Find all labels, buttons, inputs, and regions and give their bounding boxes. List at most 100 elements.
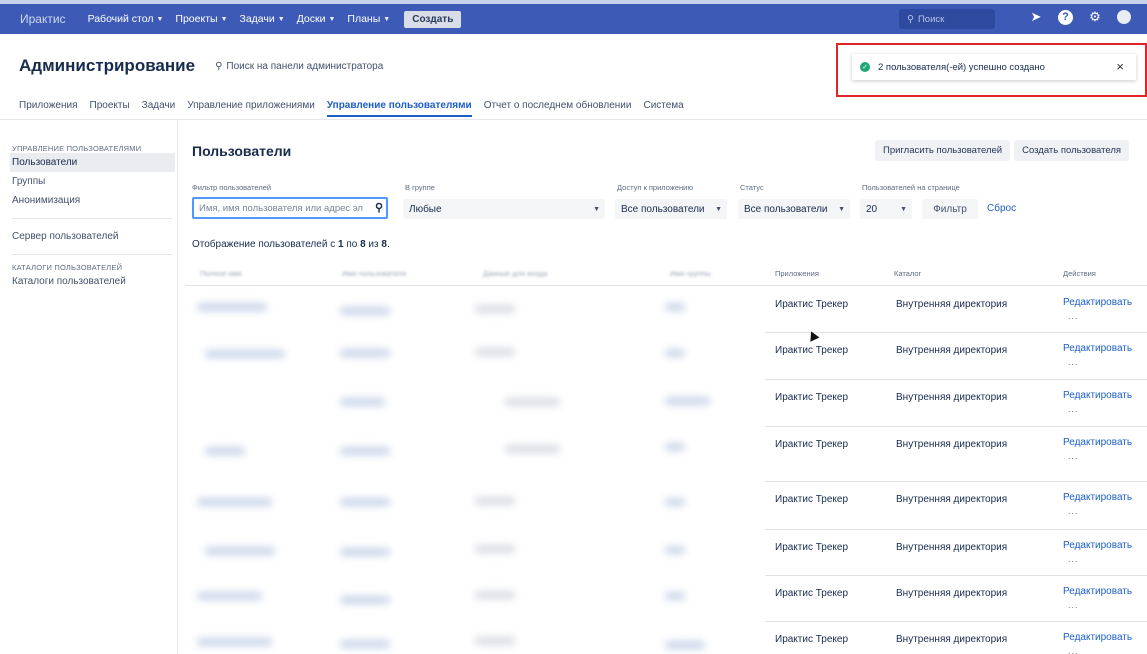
more-actions-button[interactable]: ... [1068, 404, 1079, 414]
tab-app-management[interactable]: Управление приложениями [187, 100, 315, 117]
redacted-cell [197, 303, 267, 311]
nav-plans[interactable]: Планы ▼ [347, 13, 390, 25]
avatar[interactable] [1117, 10, 1131, 24]
sidebar-item-anonymization[interactable]: Анонимизация [12, 191, 172, 210]
page-actions: Пригласить пользователей Создать пользов… [875, 140, 1130, 161]
sidebar-item-user-server[interactable]: Сервер пользователей [12, 227, 172, 246]
filter-button[interactable]: Фильтр [922, 199, 978, 219]
table-row: Ирактис Трекер Внутренняя директория Редак… [185, 333, 1147, 380]
redacted-cell [665, 443, 685, 451]
invite-users-button[interactable]: Пригласить пользователей [875, 140, 1011, 161]
megaphone-icon[interactable]: ➤ [1028, 9, 1044, 25]
close-icon[interactable]: × [1116, 59, 1124, 74]
edit-user-link[interactable]: Редактировать [1063, 297, 1132, 308]
tab-projects[interactable]: Проекты [90, 100, 130, 117]
help-icon[interactable]: ? [1058, 9, 1073, 25]
edit-user-link[interactable]: Редактировать [1063, 390, 1132, 401]
edit-user-link[interactable]: Редактировать [1063, 586, 1132, 597]
page-title: Администрирование [19, 56, 196, 75]
section-title: Пользователи [192, 143, 292, 159]
search-icon: ⚲ [374, 202, 383, 214]
per-page-select[interactable]: 20 ▼ [860, 199, 912, 219]
redacted-cell [665, 498, 685, 506]
check-circle-icon: ✓ [860, 62, 870, 72]
table-row: Ирактис Трекер Внутренняя директория Редак… [185, 427, 1147, 482]
redacted-cell [205, 447, 245, 455]
nav-boards[interactable]: Доски ▼ [297, 13, 336, 25]
tab-applications[interactable]: Приложения [19, 100, 78, 117]
nav-label: Проекты [175, 13, 218, 25]
more-actions-button[interactable]: ... [1068, 357, 1079, 367]
chevron-down-icon: ▼ [156, 15, 164, 23]
nav-dashboard[interactable]: Рабочий стол ▼ [88, 13, 164, 25]
edit-user-link[interactable]: Редактировать [1063, 632, 1132, 643]
nav-label: Рабочий стол [87, 13, 154, 25]
summary-text: из [365, 239, 382, 250]
more-actions-button[interactable]: ... [1068, 554, 1079, 564]
column-header-full-name: Полное имя [200, 269, 242, 278]
tabs-divider [0, 119, 1147, 120]
more-actions-button[interactable]: ... [1068, 646, 1079, 654]
application-cell: Ирактис Трекер [775, 542, 849, 553]
status-select-value: Все пользователи [744, 203, 828, 215]
sidebar-divider-line [12, 218, 172, 219]
tab-system[interactable]: Система [643, 100, 683, 117]
chevron-down-icon: ▼ [328, 15, 336, 23]
edit-user-link[interactable]: Редактировать [1063, 492, 1132, 503]
create-button[interactable]: Создать [404, 10, 462, 28]
more-actions-button[interactable]: ... [1068, 311, 1079, 321]
redacted-cell [197, 592, 262, 600]
nav-issues[interactable]: Задачи ▼ [240, 13, 285, 25]
more-actions-button[interactable]: ... [1068, 506, 1079, 516]
status-filter-label: Статус [740, 183, 764, 192]
application-cell: Ирактис Трекер [775, 392, 849, 403]
success-notification-highlight: ✓ 2 пользователя(-ей) успешно создано × [836, 43, 1147, 97]
edit-user-link[interactable]: Редактировать [1063, 343, 1132, 354]
chevron-down-icon: ▼ [715, 205, 722, 213]
directory-cell: Внутренняя директория [896, 345, 1008, 356]
tab-upgrade-report[interactable]: Отчет о последнем обновлении [484, 100, 632, 117]
sidebar-item-user-directories[interactable]: Каталоги пользователей [12, 272, 172, 291]
group-select[interactable]: Любые ▼ [403, 199, 605, 219]
application-cell: Ирактис Трекер [775, 588, 849, 599]
redacted-cell [475, 305, 515, 313]
redacted-cell [475, 545, 515, 553]
tab-issues[interactable]: Задачи [142, 100, 176, 117]
reset-link[interactable]: Сброс [987, 203, 1016, 214]
status-select[interactable]: Все пользователи ▼ [738, 199, 850, 219]
admin-search-label: Поиск на панели администратора [226, 60, 384, 72]
column-header-directory: Каталог [894, 269, 922, 278]
app-logo[interactable]: Ирактис [20, 12, 66, 26]
redacted-cell [475, 591, 515, 599]
redacted-cell [665, 349, 685, 357]
user-filter-placeholder: Имя, имя пользователя или адрес эл [199, 202, 363, 214]
redacted-cell [340, 640, 390, 648]
tab-user-management[interactable]: Управление пользователями [326, 100, 472, 117]
redacted-cell [340, 398, 385, 406]
table-row: Ирактис Трекер Внутренняя директория Редак… [185, 530, 1147, 576]
redacted-cell [665, 397, 710, 405]
more-actions-button[interactable]: ... [1068, 600, 1079, 610]
redacted-cell [197, 638, 272, 646]
per-page-label: Пользователей на странице [862, 183, 960, 192]
sidebar-item-groups[interactable]: Группы [12, 172, 172, 191]
notification-text: 2 пользователя(-ей) успешно создано [878, 61, 1045, 73]
group-select-value: Любые [409, 203, 442, 215]
user-filter-input[interactable]: Имя, имя пользователя или адрес эл ⚲ [192, 197, 388, 219]
gear-icon[interactable]: ⚙ [1087, 9, 1103, 25]
global-search-input[interactable]: ⚲ Поиск [899, 9, 995, 29]
nav-projects[interactable]: Проекты ▼ [175, 13, 227, 25]
access-select[interactable]: Все пользователи ▼ [615, 199, 727, 219]
edit-user-link[interactable]: Редактировать [1063, 540, 1132, 551]
directory-cell: Внутренняя директория [896, 494, 1008, 505]
create-user-button[interactable]: Создать пользователя [1014, 140, 1130, 161]
nav-label: Доски [296, 13, 326, 25]
success-notification: ✓ 2 пользователя(-ей) успешно создано × [852, 54, 1136, 80]
edit-user-link[interactable]: Редактировать [1063, 437, 1132, 448]
more-actions-button[interactable]: ... [1068, 451, 1079, 461]
sidebar-item-users[interactable]: Пользователи [10, 153, 175, 172]
chevron-down-icon: ▼ [838, 205, 845, 213]
redacted-cell [475, 348, 515, 356]
application-cell: Ирактис Трекер [775, 299, 849, 310]
admin-search-link[interactable]: ⚲ Поиск на панели администратора [215, 61, 383, 72]
